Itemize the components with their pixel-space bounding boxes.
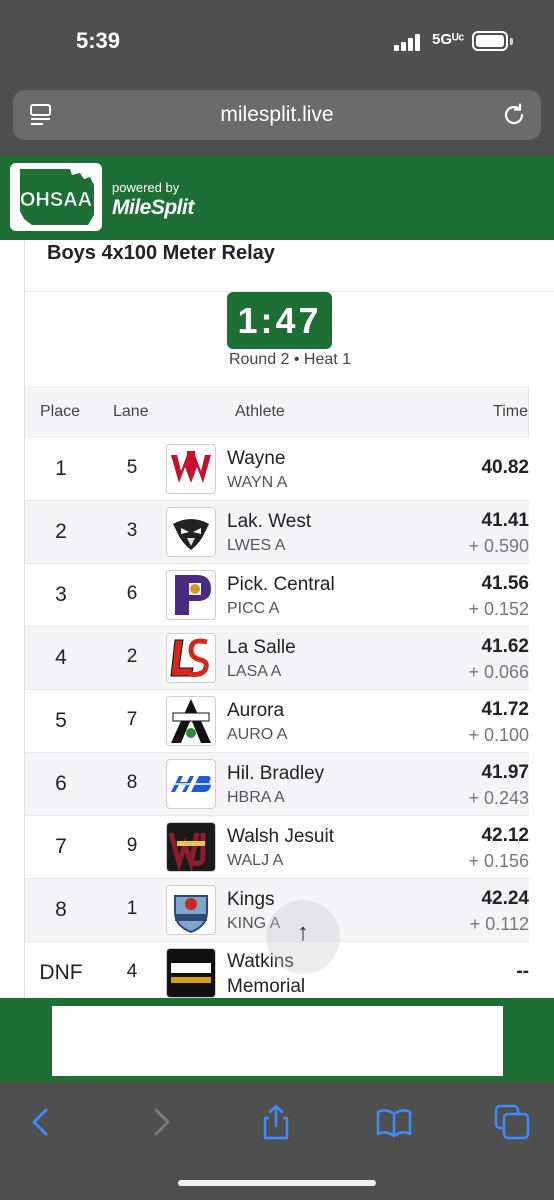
event-card: Boys 4x100 Meter Relay 1:47 Round 2 • He… [24, 240, 554, 998]
team-name[interactable]: Walsh Jesuit [227, 826, 334, 848]
team-name[interactable]: Hil. Bradley [227, 763, 324, 785]
table-row[interactable]: 6 8 Hil. Bradley HBRA A 41.97 + 0.243 [25, 753, 529, 816]
place-cell: 3 [55, 583, 67, 606]
team-name[interactable]: Aurora [227, 700, 284, 722]
powered-by-label: powered by [112, 180, 180, 195]
team-name[interactable]: La Salle [227, 637, 296, 659]
team-code: AURO A [227, 726, 288, 743]
team-code: HBRA A [227, 789, 285, 806]
event-timer: 1:47 [227, 292, 332, 349]
time-gap: + 0.243 [468, 788, 529, 808]
time-gap: + 0.112 [469, 914, 529, 934]
time-gap: + 0.590 [468, 536, 529, 556]
place-cell: 4 [55, 646, 67, 669]
share-icon[interactable] [256, 1102, 296, 1142]
battery-icon [472, 31, 508, 51]
lane-cell: 2 [126, 646, 138, 667]
time-cell: 41.62 [481, 636, 529, 657]
arrow-up-icon: ↑ [297, 919, 309, 946]
team-name[interactable]: Pick. Central [227, 574, 335, 596]
team-logo-aurora [166, 696, 216, 746]
place-cell: 2 [55, 520, 67, 543]
table-row[interactable]: 5 7 Aurora AURO A 41.72 + 0.100 [25, 690, 529, 753]
place-cell: 8 [55, 898, 67, 921]
time-cell: -- [516, 961, 529, 982]
url-text[interactable]: milesplit.live [13, 103, 541, 127]
address-bar[interactable]: milesplit.live [13, 90, 541, 140]
place-cell: 5 [55, 709, 67, 732]
table-row[interactable]: 1 5 Wayne WAYN A 40.82 [25, 438, 529, 501]
team-logo-wayne [166, 444, 216, 494]
team-code: WAYN A [227, 474, 288, 491]
lane-cell: 9 [126, 835, 138, 856]
table-row[interactable]: 4 2 La Salle LASA A 41.62 + 0.066 [25, 627, 529, 690]
place-cell: 6 [55, 772, 67, 795]
event-title: Boys 4x100 Meter Relay [47, 242, 275, 264]
team-logo-watkins-memorial [166, 948, 216, 998]
time-gap: + 0.156 [468, 851, 529, 871]
time-cell: 42.24 [481, 888, 529, 909]
bookmarks-icon[interactable] [374, 1102, 414, 1142]
team-code: PICC A [227, 600, 280, 617]
ad-slot[interactable] [52, 1006, 503, 1076]
time-cell: 41.97 [481, 762, 529, 783]
team-code: LASA A [227, 663, 282, 680]
round-heat-label: Round 2 • Heat 1 [228, 351, 352, 368]
svg-text:OHSAA: OHSAA [20, 189, 92, 211]
column-header-time: Time [493, 403, 528, 420]
team-name[interactable]: Lak. West [227, 511, 311, 533]
team-logo-kings [166, 885, 216, 935]
table-row[interactable]: 7 9 Walsh Jesuit WALJ A 42.12 + 0.156 [25, 816, 529, 879]
time-cell: 41.72 [481, 699, 529, 720]
lane-cell: 4 [126, 961, 138, 982]
table-row[interactable]: 2 3 Lak. West LWES A 41.41 + 0.590 [25, 501, 529, 564]
place-cell: DNF [39, 961, 83, 984]
team-logo-hilliard-bradley [166, 759, 216, 809]
lane-cell: 6 [126, 583, 138, 604]
time-cell: 40.82 [481, 457, 529, 478]
forward-icon[interactable] [140, 1102, 180, 1142]
team-name[interactable]: Kings [227, 889, 275, 911]
tabs-icon[interactable] [492, 1102, 532, 1142]
team-code: LWES A [227, 537, 286, 554]
time-gap: + 0.100 [468, 725, 529, 745]
team-logo-lakota-west [166, 507, 216, 557]
team-name[interactable]: Wayne [227, 448, 285, 470]
reload-icon[interactable] [501, 102, 527, 128]
time-cell: 41.41 [481, 510, 529, 531]
time-cell: 42.12 [481, 825, 529, 846]
team-logo-walsh-jesuit [166, 822, 216, 872]
scroll-to-top-button[interactable]: ↑ [266, 900, 340, 974]
time-cell: 41.56 [481, 573, 529, 594]
lane-cell: 5 [126, 457, 138, 478]
cellular-signal-icon [394, 33, 424, 51]
ohsaa-logo[interactable]: OHSAA [10, 163, 102, 231]
battery-tip [510, 38, 513, 45]
results-table: Place Lane Athlete Time 1 5 Wayne WAYN A… [25, 386, 529, 998]
place-cell: 7 [55, 835, 67, 858]
lane-cell: 8 [126, 772, 138, 793]
team-logo-la-salle [166, 633, 216, 683]
ad-banner [0, 998, 554, 1082]
team-logo-pickerington-central [166, 570, 216, 620]
milesplit-logo[interactable]: MileSplit [112, 196, 194, 220]
back-icon[interactable] [22, 1102, 62, 1142]
lane-cell: 1 [126, 898, 138, 919]
results-header-row: Place Lane Athlete Time [25, 386, 529, 438]
lane-cell: 3 [126, 520, 138, 541]
home-indicator [178, 1180, 376, 1186]
results-page: Boys 4x100 Meter Relay 1:47 Round 2 • He… [0, 240, 554, 998]
place-cell: 1 [55, 457, 67, 480]
time-gap: + 0.152 [468, 599, 529, 619]
lane-cell: 7 [126, 709, 138, 730]
time-gap: + 0.066 [468, 662, 529, 682]
team-code: WALJ A [227, 852, 284, 869]
network-label: 5Gᵁᶜ [432, 31, 465, 48]
table-row[interactable]: 3 6 Pick. Central PICC A 41.56 + 0.152 [25, 564, 529, 627]
site-header: OHSAA powered by MileSplit [0, 156, 554, 240]
browser-top-chrome: 5:39 5Gᵁᶜ milesplit.live [0, 0, 554, 156]
status-time: 5:39 [76, 28, 121, 53]
